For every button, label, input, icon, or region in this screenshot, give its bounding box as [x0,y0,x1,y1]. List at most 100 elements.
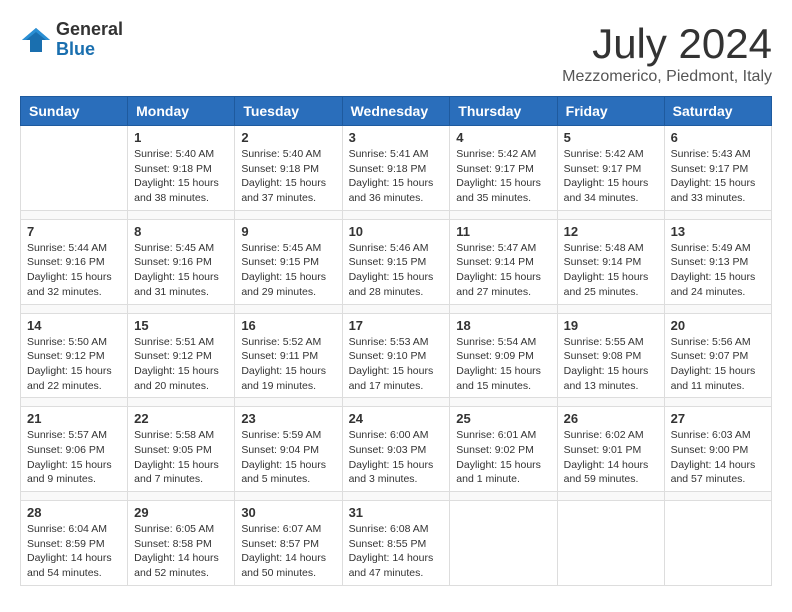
day-number: 9 [241,224,335,239]
cell-2-2: 8 Sunrise: 5:45 AM Sunset: 9:16 PM Daylig… [128,219,235,304]
location: Mezzomerico, Piedmont, Italy [562,68,772,86]
day-number: 7 [27,224,121,239]
cell-info: Sunrise: 5:54 AM Sunset: 9:09 PM Dayligh… [456,335,550,394]
cell-2-6: 12Sunrise: 5:48 AM Sunset: 9:14 PM Dayli… [557,219,664,304]
cell-info: Sunrise: 6:03 AM Sunset: 9:00 PM Dayligh… [671,428,765,487]
cell-2-4: 10Sunrise: 5:46 AM Sunset: 9:15 PM Dayli… [342,219,450,304]
day-number: 4 [456,130,550,145]
cell-info: Sunrise: 5:46 AM Sunset: 9:15 PM Dayligh… [349,241,444,300]
day-number: 8 [134,224,228,239]
calendar-table: SundayMondayTuesdayWednesdayThursdayFrid… [20,96,772,586]
cell-info: Sunrise: 5:58 AM Sunset: 9:05 PM Dayligh… [134,428,228,487]
day-number: 17 [349,318,444,333]
cell-info: Sunrise: 6:05 AM Sunset: 8:58 PM Dayligh… [134,522,228,581]
col-header-sunday: Sunday [21,97,128,126]
cell-5-2: 29Sunrise: 6:05 AM Sunset: 8:58 PM Dayli… [128,501,235,586]
cell-5-4: 31Sunrise: 6:08 AM Sunset: 8:55 PM Dayli… [342,501,450,586]
col-header-tuesday: Tuesday [235,97,342,126]
cell-3-2: 15 Sunrise: 5:51 AM Sunset: 9:12 PM Dayli… [128,313,235,398]
col-header-monday: Monday [128,97,235,126]
day-number: 27 [671,411,765,426]
day-number: 1 [134,130,228,145]
week-row-2: 7Sunrise: 5:44 AM Sunset: 9:16 PM Daylig… [21,219,772,304]
day-number: 30 [241,505,335,520]
cell-info: Sunrise: 6:04 AM Sunset: 8:59 PM Dayligh… [27,522,121,581]
cell-info: Sunrise: 5:47 AM Sunset: 9:14 PM Dayligh… [456,241,550,300]
day-number: 21 [27,411,121,426]
day-number: 12 [564,224,658,239]
month-title: July 2024 [562,20,772,68]
cell-4-4: 24 Sunrise: 6:00 AM Sunset: 9:03 PM Dayli… [342,407,450,492]
col-header-wednesday: Wednesday [342,97,450,126]
cell-2-5: 11 Sunrise: 5:47 AM Sunset: 9:14 PM Dayli… [450,219,557,304]
week-separator [21,398,772,407]
col-header-friday: Friday [557,97,664,126]
title-block: July 2024 Mezzomerico, Piedmont, Italy [562,20,772,86]
cell-info: Sunrise: 5:52 AM Sunset: 9:11 PM Dayligh… [241,335,335,394]
cell-info: Sunrise: 5:41 AM Sunset: 9:18 PM Dayligh… [349,147,444,206]
day-number: 5 [564,130,658,145]
cell-info: Sunrise: 6:02 AM Sunset: 9:01 PM Dayligh… [564,428,658,487]
col-header-thursday: Thursday [450,97,557,126]
cell-info: Sunrise: 5:50 AM Sunset: 9:12 PM Dayligh… [27,335,121,394]
day-number: 19 [564,318,658,333]
cell-info: Sunrise: 5:59 AM Sunset: 9:04 PM Dayligh… [241,428,335,487]
cell-4-2: 22 Sunrise: 5:58 AM Sunset: 9:05 PM Dayli… [128,407,235,492]
cell-info: Sunrise: 6:01 AM Sunset: 9:02 PM Dayligh… [456,428,550,487]
cell-3-1: 14 Sunrise: 5:50 AM Sunset: 9:12 PM Dayli… [21,313,128,398]
cell-5-5 [450,501,557,586]
cell-info: Sunrise: 5:45 AM Sunset: 9:15 PM Dayligh… [241,241,335,300]
logo: General Blue [20,20,123,60]
logo-blue-text: Blue [56,39,95,59]
col-header-saturday: Saturday [664,97,771,126]
cell-info: Sunrise: 5:57 AM Sunset: 9:06 PM Dayligh… [27,428,121,487]
day-number: 16 [241,318,335,333]
week-row-5: 28 Sunrise: 6:04 AM Sunset: 8:59 PM Dayli… [21,501,772,586]
cell-2-3: 9 Sunrise: 5:45 AM Sunset: 9:15 PM Daylig… [235,219,342,304]
day-number: 14 [27,318,121,333]
cell-4-7: 27 Sunrise: 6:03 AM Sunset: 9:00 PM Dayli… [664,407,771,492]
cell-info: Sunrise: 5:42 AM Sunset: 9:17 PM Dayligh… [564,147,658,206]
logo-general-text: General [56,19,123,39]
day-number: 24 [349,411,444,426]
week-row-3: 14 Sunrise: 5:50 AM Sunset: 9:12 PM Dayli… [21,313,772,398]
week-separator [21,210,772,219]
cell-4-5: 25 Sunrise: 6:01 AM Sunset: 9:02 PM Dayli… [450,407,557,492]
week-row-1: 1 Sunrise: 5:40 AM Sunset: 9:18 PM Daylig… [21,126,772,211]
cell-1-4: 3 Sunrise: 5:41 AM Sunset: 9:18 PM Daylig… [342,126,450,211]
day-number: 13 [671,224,765,239]
week-separator [21,304,772,313]
cell-info: Sunrise: 5:42 AM Sunset: 9:17 PM Dayligh… [456,147,550,206]
day-number: 18 [456,318,550,333]
cell-info: Sunrise: 5:55 AM Sunset: 9:08 PM Dayligh… [564,335,658,394]
cell-info: Sunrise: 5:40 AM Sunset: 9:18 PM Dayligh… [134,147,228,206]
cell-info: Sunrise: 5:45 AM Sunset: 9:16 PM Dayligh… [134,241,228,300]
cell-info: Sunrise: 5:49 AM Sunset: 9:13 PM Dayligh… [671,241,765,300]
cell-1-2: 1 Sunrise: 5:40 AM Sunset: 9:18 PM Daylig… [128,126,235,211]
page-header: General Blue July 2024 Mezzomerico, Pied… [20,20,772,86]
day-number: 2 [241,130,335,145]
cell-4-3: 23Sunrise: 5:59 AM Sunset: 9:04 PM Dayli… [235,407,342,492]
cell-5-6 [557,501,664,586]
day-number: 11 [456,224,550,239]
day-number: 25 [456,411,550,426]
cell-3-6: 19 Sunrise: 5:55 AM Sunset: 9:08 PM Dayli… [557,313,664,398]
day-number: 31 [349,505,444,520]
cell-1-1 [21,126,128,211]
cell-info: Sunrise: 5:51 AM Sunset: 9:12 PM Dayligh… [134,335,228,394]
cell-2-1: 7Sunrise: 5:44 AM Sunset: 9:16 PM Daylig… [21,219,128,304]
cell-3-5: 18 Sunrise: 5:54 AM Sunset: 9:09 PM Dayli… [450,313,557,398]
cell-info: Sunrise: 5:43 AM Sunset: 9:17 PM Dayligh… [671,147,765,206]
week-row-4: 21 Sunrise: 5:57 AM Sunset: 9:06 PM Dayli… [21,407,772,492]
day-number: 22 [134,411,228,426]
cell-info: Sunrise: 6:00 AM Sunset: 9:03 PM Dayligh… [349,428,444,487]
day-number: 3 [349,130,444,145]
cell-1-6: 5 Sunrise: 5:42 AM Sunset: 9:17 PM Daylig… [557,126,664,211]
calendar-header-row: SundayMondayTuesdayWednesdayThursdayFrid… [21,97,772,126]
cell-3-4: 17 Sunrise: 5:53 AM Sunset: 9:10 PM Dayli… [342,313,450,398]
day-number: 15 [134,318,228,333]
cell-info: Sunrise: 5:53 AM Sunset: 9:10 PM Dayligh… [349,335,444,394]
cell-1-3: 2Sunrise: 5:40 AM Sunset: 9:18 PM Daylig… [235,126,342,211]
cell-2-7: 13 Sunrise: 5:49 AM Sunset: 9:13 PM Dayli… [664,219,771,304]
day-number: 28 [27,505,121,520]
